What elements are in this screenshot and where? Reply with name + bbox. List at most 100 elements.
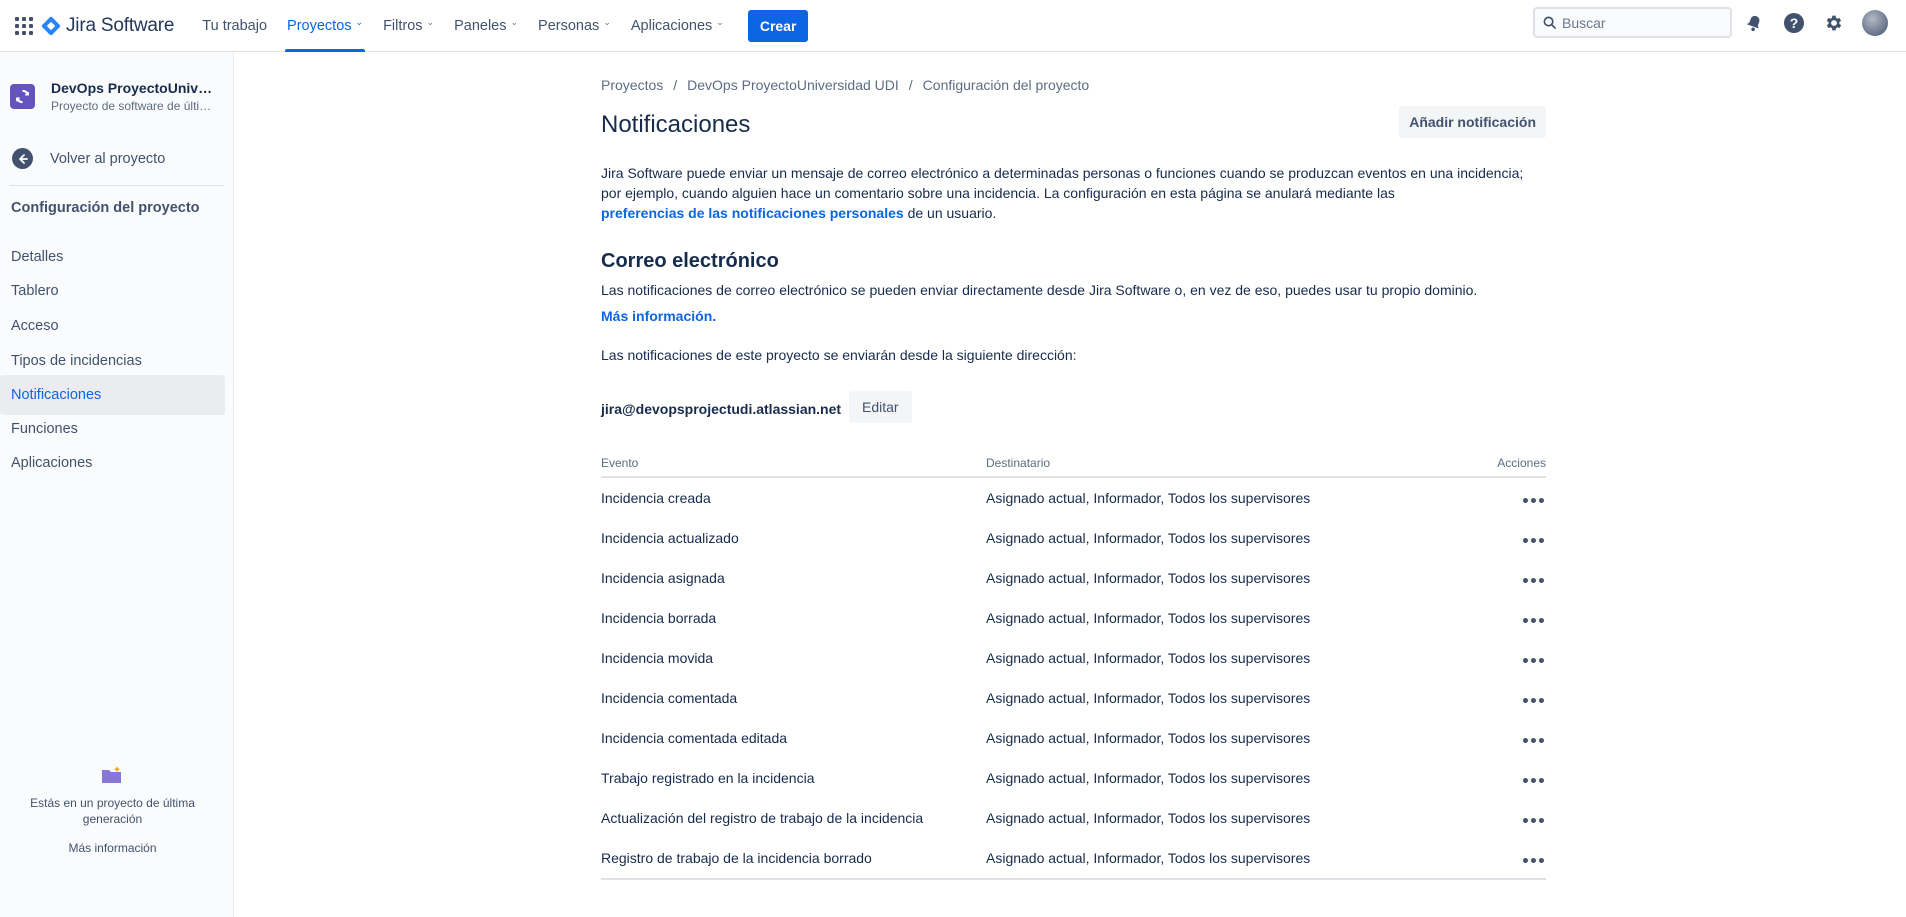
actions-cell: [1446, 490, 1546, 507]
project-name: DevOps ProyectoUniversidad UDI: [51, 80, 216, 96]
breadcrumb-separator: /: [908, 77, 913, 93]
sidebar-item-acceso[interactable]: Acceso: [0, 306, 225, 346]
nav-item-label: Aplicaciones: [630, 17, 713, 34]
sidebar-item-label: Tipos de incidencias: [11, 353, 142, 369]
search-input[interactable]: [1562, 14, 1722, 31]
help-icon[interactable]: ?: [1781, 10, 1807, 36]
notifications-table: Evento Destinatario Acciones Incidencia …: [601, 456, 1546, 880]
event-cell: Incidencia actualizado: [601, 530, 739, 546]
breadcrumb-project[interactable]: DevOps ProyectoUniversidad UDI: [687, 77, 899, 93]
event-cell: Incidencia asignada: [601, 570, 725, 586]
nav-item-filtros[interactable]: Filtros ⌄: [373, 0, 444, 52]
intro-suffix: de un usuario.: [903, 205, 997, 221]
event-cell: Incidencia creada: [601, 490, 711, 506]
column-header-event: Evento: [601, 456, 639, 470]
breadcrumb-separator: /: [673, 77, 678, 93]
add-notification-button[interactable]: Añadir notificación: [1399, 106, 1546, 138]
project-header[interactable]: DevOps ProyectoUniversidad UDI Proyecto …: [10, 80, 216, 113]
table-bottom-border: [601, 878, 1546, 880]
table-row: Trabajo registrado en la incidencia Asign…: [601, 758, 1546, 798]
more-actions-icon[interactable]: [1519, 574, 1546, 587]
actions-cell: [1446, 530, 1546, 547]
arrow-left-icon: [12, 148, 33, 169]
actions-cell: [1446, 730, 1546, 747]
personal-notification-preferences-link[interactable]: preferencias de las notificaciones perso…: [601, 205, 904, 221]
app-switcher-icon[interactable]: [10, 12, 38, 40]
sidebar-item-label: Notificaciones: [11, 387, 102, 403]
project-icon: [10, 84, 35, 109]
sidebar-item-aplicaciones[interactable]: Aplicaciones: [0, 443, 225, 483]
next-gen-more-info-link[interactable]: Más información: [0, 841, 225, 855]
chevron-down-icon: ⌄: [510, 17, 519, 27]
nav-item-aplicaciones[interactable]: Aplicaciones ⌄: [621, 0, 734, 52]
top-navigation: Jira Software Tu trabajo Proyectos ⌄ Filtro…: [0, 0, 1906, 52]
notifications-bell-icon[interactable]: [1741, 10, 1767, 36]
actions-cell: [1446, 810, 1546, 827]
svg-text:?: ?: [1790, 15, 1799, 31]
chevron-down-icon: ⌄: [426, 17, 435, 27]
sidebar-item-label: Tablero: [11, 283, 59, 299]
more-actions-icon[interactable]: [1519, 654, 1546, 667]
table-row: Incidencia movida Asignado actual, Inform…: [601, 638, 1546, 678]
table-row: Registro de trabajo de la incidencia bor…: [601, 838, 1546, 878]
jira-logo-icon: [41, 15, 61, 36]
event-cell: Incidencia borrada: [601, 610, 717, 626]
column-header-recipient: Destinatario: [986, 456, 1051, 470]
actions-cell: [1446, 650, 1546, 667]
intro-text: Jira Software puede enviar un mensaje de…: [601, 165, 1524, 201]
recipient-cell: Asignado actual, Informador, Todos los s…: [986, 610, 1311, 626]
table-row: Incidencia comentada editada Asignado act…: [601, 718, 1546, 758]
table-row: Incidencia actualizado Asignado actual, I…: [601, 518, 1546, 558]
sender-email: jira@devopsprojectudi.atlassian.net: [601, 401, 842, 417]
more-info-link[interactable]: Más información.: [601, 308, 716, 324]
nav-item-tu-trabajo[interactable]: Tu trabajo: [192, 0, 277, 52]
event-cell: Incidencia comentada: [601, 690, 738, 706]
event-cell: Trabajo registrado en la incidencia: [601, 770, 815, 786]
event-cell: Incidencia comentada editada: [601, 730, 788, 746]
recipient-cell: Asignado actual, Informador, Todos los s…: [986, 730, 1311, 746]
nav-item-paneles[interactable]: Paneles ⌄: [444, 0, 528, 52]
recipient-cell: Asignado actual, Informador, Todos los s…: [986, 650, 1311, 666]
folder-sparkle-icon: [102, 766, 121, 783]
create-button[interactable]: Crear: [747, 9, 809, 42]
recipient-cell: Asignado actual, Informador, Todos los s…: [986, 570, 1311, 586]
jira-logo[interactable]: Jira Software: [41, 15, 174, 37]
recipient-cell: Asignado actual, Informador, Todos los s…: [986, 850, 1311, 866]
sender-description: Las notificaciones de este proyecto se e…: [601, 347, 1077, 363]
breadcrumb-settings[interactable]: Configuración del proyecto: [923, 77, 1090, 93]
actions-cell: [1446, 570, 1546, 587]
sidebar-item-tablero[interactable]: Tablero: [0, 271, 225, 311]
search-box[interactable]: [1533, 7, 1732, 38]
actions-cell: [1446, 850, 1546, 867]
more-actions-icon[interactable]: [1519, 694, 1546, 707]
user-avatar[interactable]: [1862, 10, 1888, 36]
nav-item-proyectos[interactable]: Proyectos ⌄: [277, 0, 373, 52]
nav-item-label: Paneles: [454, 17, 507, 34]
nav-item-label: Proyectos: [287, 17, 352, 34]
more-actions-icon[interactable]: [1519, 854, 1546, 867]
sidebar-divider: [10, 185, 224, 186]
more-actions-icon[interactable]: [1519, 614, 1546, 627]
more-actions-icon[interactable]: [1519, 734, 1546, 747]
recipient-cell: Asignado actual, Informador, Todos los s…: [986, 810, 1311, 826]
edit-sender-button[interactable]: Editar: [849, 391, 912, 423]
recipient-cell: Asignado actual, Informador, Todos los s…: [986, 770, 1311, 786]
breadcrumb-projects[interactable]: Proyectos: [601, 77, 663, 93]
settings-gear-icon[interactable]: [1821, 10, 1847, 36]
table-row: Actualización del registro de trabajo de…: [601, 798, 1546, 838]
back-to-project-link[interactable]: Volver al proyecto: [12, 148, 165, 169]
more-actions-icon[interactable]: [1519, 494, 1546, 507]
more-actions-icon[interactable]: [1519, 814, 1546, 827]
nav-item-personas[interactable]: Personas ⌄: [528, 0, 621, 52]
next-gen-info-text: Estás en un proyecto de última generació…: [30, 796, 195, 826]
table-row: Incidencia creada Asignado actual, Inform…: [601, 478, 1546, 518]
more-actions-icon[interactable]: [1519, 534, 1546, 547]
chevron-down-icon: ⌄: [603, 17, 611, 27]
recipient-cell: Asignado actual, Informador, Todos los s…: [986, 490, 1311, 506]
nav-item-label: Personas: [538, 17, 600, 34]
actions-cell: [1446, 770, 1546, 787]
table-row: Incidencia asignada Asignado actual, Info…: [601, 558, 1546, 598]
more-actions-icon[interactable]: [1519, 774, 1546, 787]
recipient-cell: Asignado actual, Informador, Todos los s…: [986, 530, 1311, 546]
actions-cell: [1446, 690, 1546, 707]
